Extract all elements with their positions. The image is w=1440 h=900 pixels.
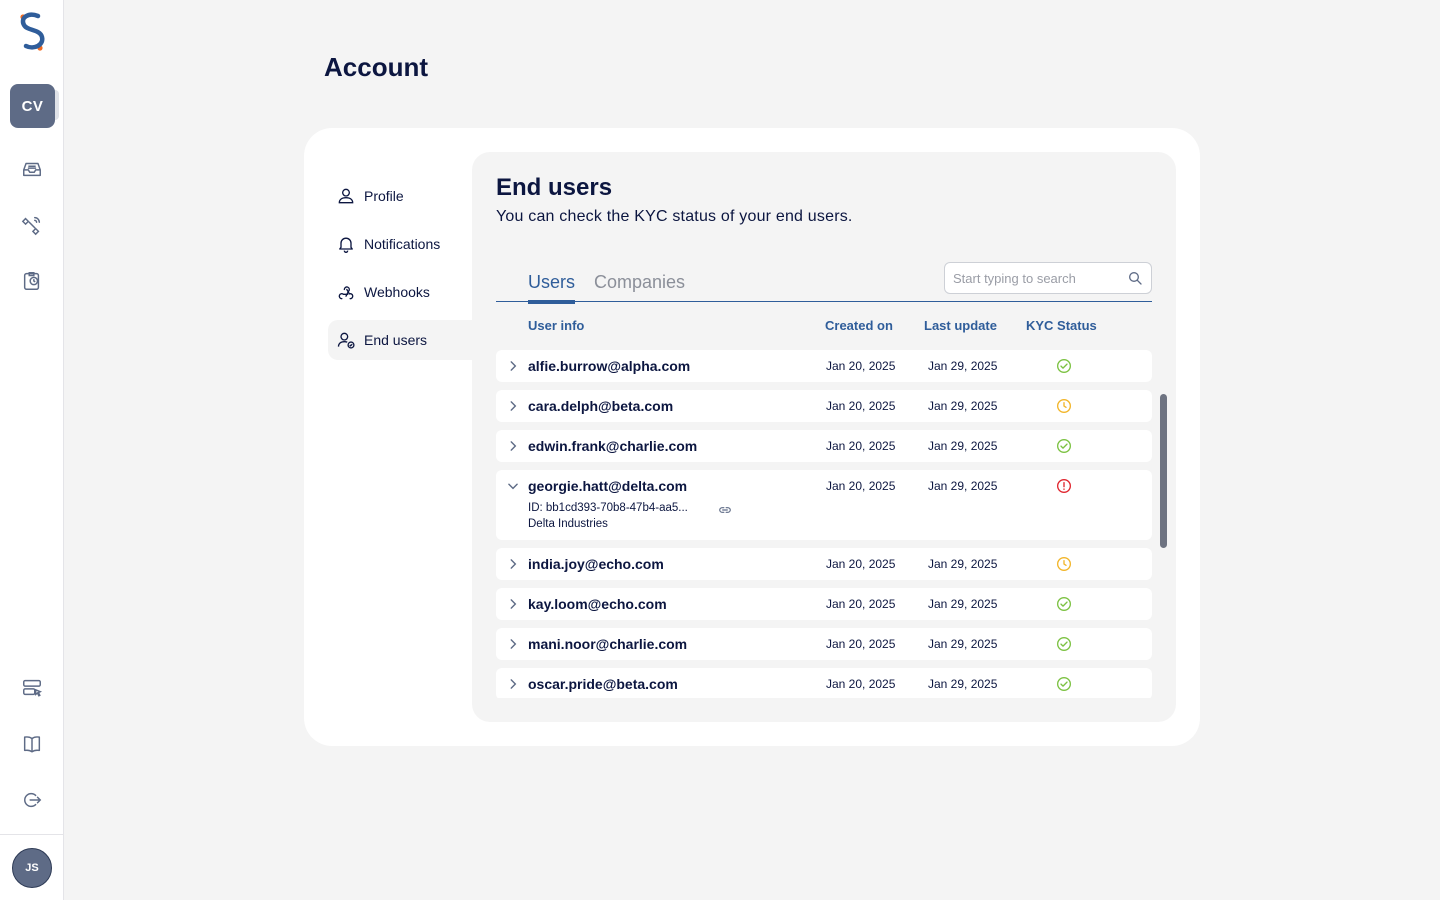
created-date: Jan 20, 2025 (826, 439, 896, 453)
updated-date: Jan 29, 2025 (928, 359, 998, 373)
kyc-verified-icon (1057, 439, 1071, 453)
column-header-kyc-status[interactable]: KYC Status (1026, 318, 1097, 333)
updated-date: Jan 29, 2025 (928, 439, 998, 453)
created-date: Jan 20, 2025 (826, 677, 896, 691)
kyc-verified-icon (1057, 359, 1071, 373)
subnav-item-label: End users (364, 332, 428, 348)
table-scrollbar[interactable] (1160, 394, 1167, 548)
page-title: Account (324, 52, 428, 82)
created-date: Jan 20, 2025 (826, 359, 896, 373)
subnav-item-notifications[interactable]: Notifications (328, 224, 472, 264)
created-date: Jan 20, 2025 (826, 557, 896, 571)
logout-icon[interactable] (20, 788, 44, 812)
created-date: Jan 20, 2025 (826, 637, 896, 651)
user-email: mani.noor@charlie.com (528, 636, 688, 652)
panel-subtitle: You can check the KYC status of your end… (496, 208, 853, 225)
chevron-right-icon[interactable] (506, 399, 520, 413)
user-company: Delta Industries (528, 518, 608, 530)
created-date: Jan 20, 2025 (826, 479, 896, 493)
search-box (944, 262, 1152, 294)
book-icon[interactable] (20, 732, 44, 756)
search-input[interactable] (945, 263, 1115, 293)
satellite-icon[interactable] (20, 213, 44, 237)
table-row-expanded[interactable]: georgie.hatt@delta.com Jan 20, 2025 Jan … (496, 470, 1152, 540)
bell-icon (339, 237, 353, 253)
chevron-right-icon[interactable] (506, 677, 520, 691)
user-id: ID: bb1cd393-70b8-47b4-aa5... (528, 502, 688, 514)
kyc-rejected-icon (1057, 479, 1071, 493)
table-row[interactable]: edwin.frank@charlie.com Jan 20, 2025 Jan… (496, 430, 1152, 462)
user-email: edwin.frank@charlie.com (528, 438, 698, 454)
table-row[interactable]: alfie.burrow@alpha.com Jan 20, 2025 Jan … (496, 350, 1152, 382)
updated-date: Jan 29, 2025 (928, 399, 998, 413)
table-row[interactable]: india.joy@echo.com Jan 20, 2025 Jan 29, … (496, 548, 1152, 580)
column-header-created-on[interactable]: Created on (825, 318, 893, 333)
panel-title: End users (496, 174, 613, 201)
user-avatar[interactable]: JS (12, 848, 52, 888)
updated-date: Jan 29, 2025 (928, 479, 998, 493)
api-console-icon[interactable] (20, 676, 44, 700)
brand-logo-icon[interactable] (14, 10, 50, 54)
link-icon[interactable] (718, 503, 732, 517)
subnav-item-label: Notifications (364, 236, 441, 252)
search-icon[interactable] (1127, 270, 1143, 286)
subnav-item-profile[interactable]: Profile (328, 176, 472, 216)
table-row[interactable]: cara.delph@beta.com Jan 20, 2025 Jan 29,… (496, 390, 1152, 422)
chevron-right-icon[interactable] (506, 597, 520, 611)
user-icon (338, 188, 354, 204)
subnav-item-label: Profile (364, 188, 404, 204)
table-row[interactable]: oscar.pride@beta.com Jan 20, 2025 Jan 29… (496, 668, 1152, 698)
subnav-item-webhooks[interactable]: Webhooks (328, 272, 472, 312)
created-date: Jan 20, 2025 (826, 597, 896, 611)
table-row[interactable]: kay.loom@echo.com Jan 20, 2025 Jan 29, 2… (496, 588, 1152, 620)
rail-divider (0, 834, 64, 835)
user-email: oscar.pride@beta.com (528, 676, 678, 692)
updated-date: Jan 29, 2025 (928, 637, 998, 651)
workspace-switcher[interactable]: CV (10, 84, 55, 128)
tab-companies[interactable]: Companies (594, 272, 685, 293)
users-table-body: alfie.burrow@alpha.com Jan 20, 2025 Jan … (496, 350, 1152, 698)
chevron-right-icon[interactable] (506, 359, 520, 373)
column-header-user-info[interactable]: User info (528, 318, 584, 333)
chevron-right-icon[interactable] (506, 637, 520, 651)
created-date: Jan 20, 2025 (826, 399, 896, 413)
clipboard-clock-icon[interactable] (20, 269, 44, 293)
webhook-icon (338, 286, 354, 300)
app-sidebar: CV JS (0, 0, 64, 900)
table-row[interactable]: mani.noor@charlie.com Jan 20, 2025 Jan 2… (496, 628, 1152, 660)
account-subnav: Profile Notifications Webhooks End users (328, 176, 472, 368)
user-email: georgie.hatt@delta.com (528, 478, 688, 494)
kyc-verified-icon (1057, 677, 1071, 691)
tab-users[interactable]: Users (528, 272, 576, 304)
subnav-item-end-users[interactable]: End users (328, 320, 472, 360)
user-email: alfie.burrow@alpha.com (528, 358, 691, 374)
kyc-verified-icon (1057, 597, 1071, 611)
kyc-pending-icon (1057, 557, 1071, 571)
kyc-verified-icon (1057, 637, 1071, 651)
user-email: cara.delph@beta.com (528, 398, 674, 414)
subnav-item-label: Webhooks (364, 284, 430, 300)
column-header-last-update[interactable]: Last update (924, 318, 997, 333)
updated-date: Jan 29, 2025 (928, 597, 998, 611)
chevron-right-icon[interactable] (506, 557, 520, 571)
updated-date: Jan 29, 2025 (928, 557, 998, 571)
inbox-icon[interactable] (20, 157, 44, 181)
chevron-down-icon[interactable] (506, 479, 520, 493)
user-email: kay.loom@echo.com (528, 596, 667, 612)
updated-date: Jan 29, 2025 (928, 677, 998, 691)
user-check-icon (337, 332, 355, 349)
chevron-right-icon[interactable] (506, 439, 520, 453)
user-email: india.joy@echo.com (528, 556, 664, 572)
kyc-pending-icon (1057, 399, 1071, 413)
